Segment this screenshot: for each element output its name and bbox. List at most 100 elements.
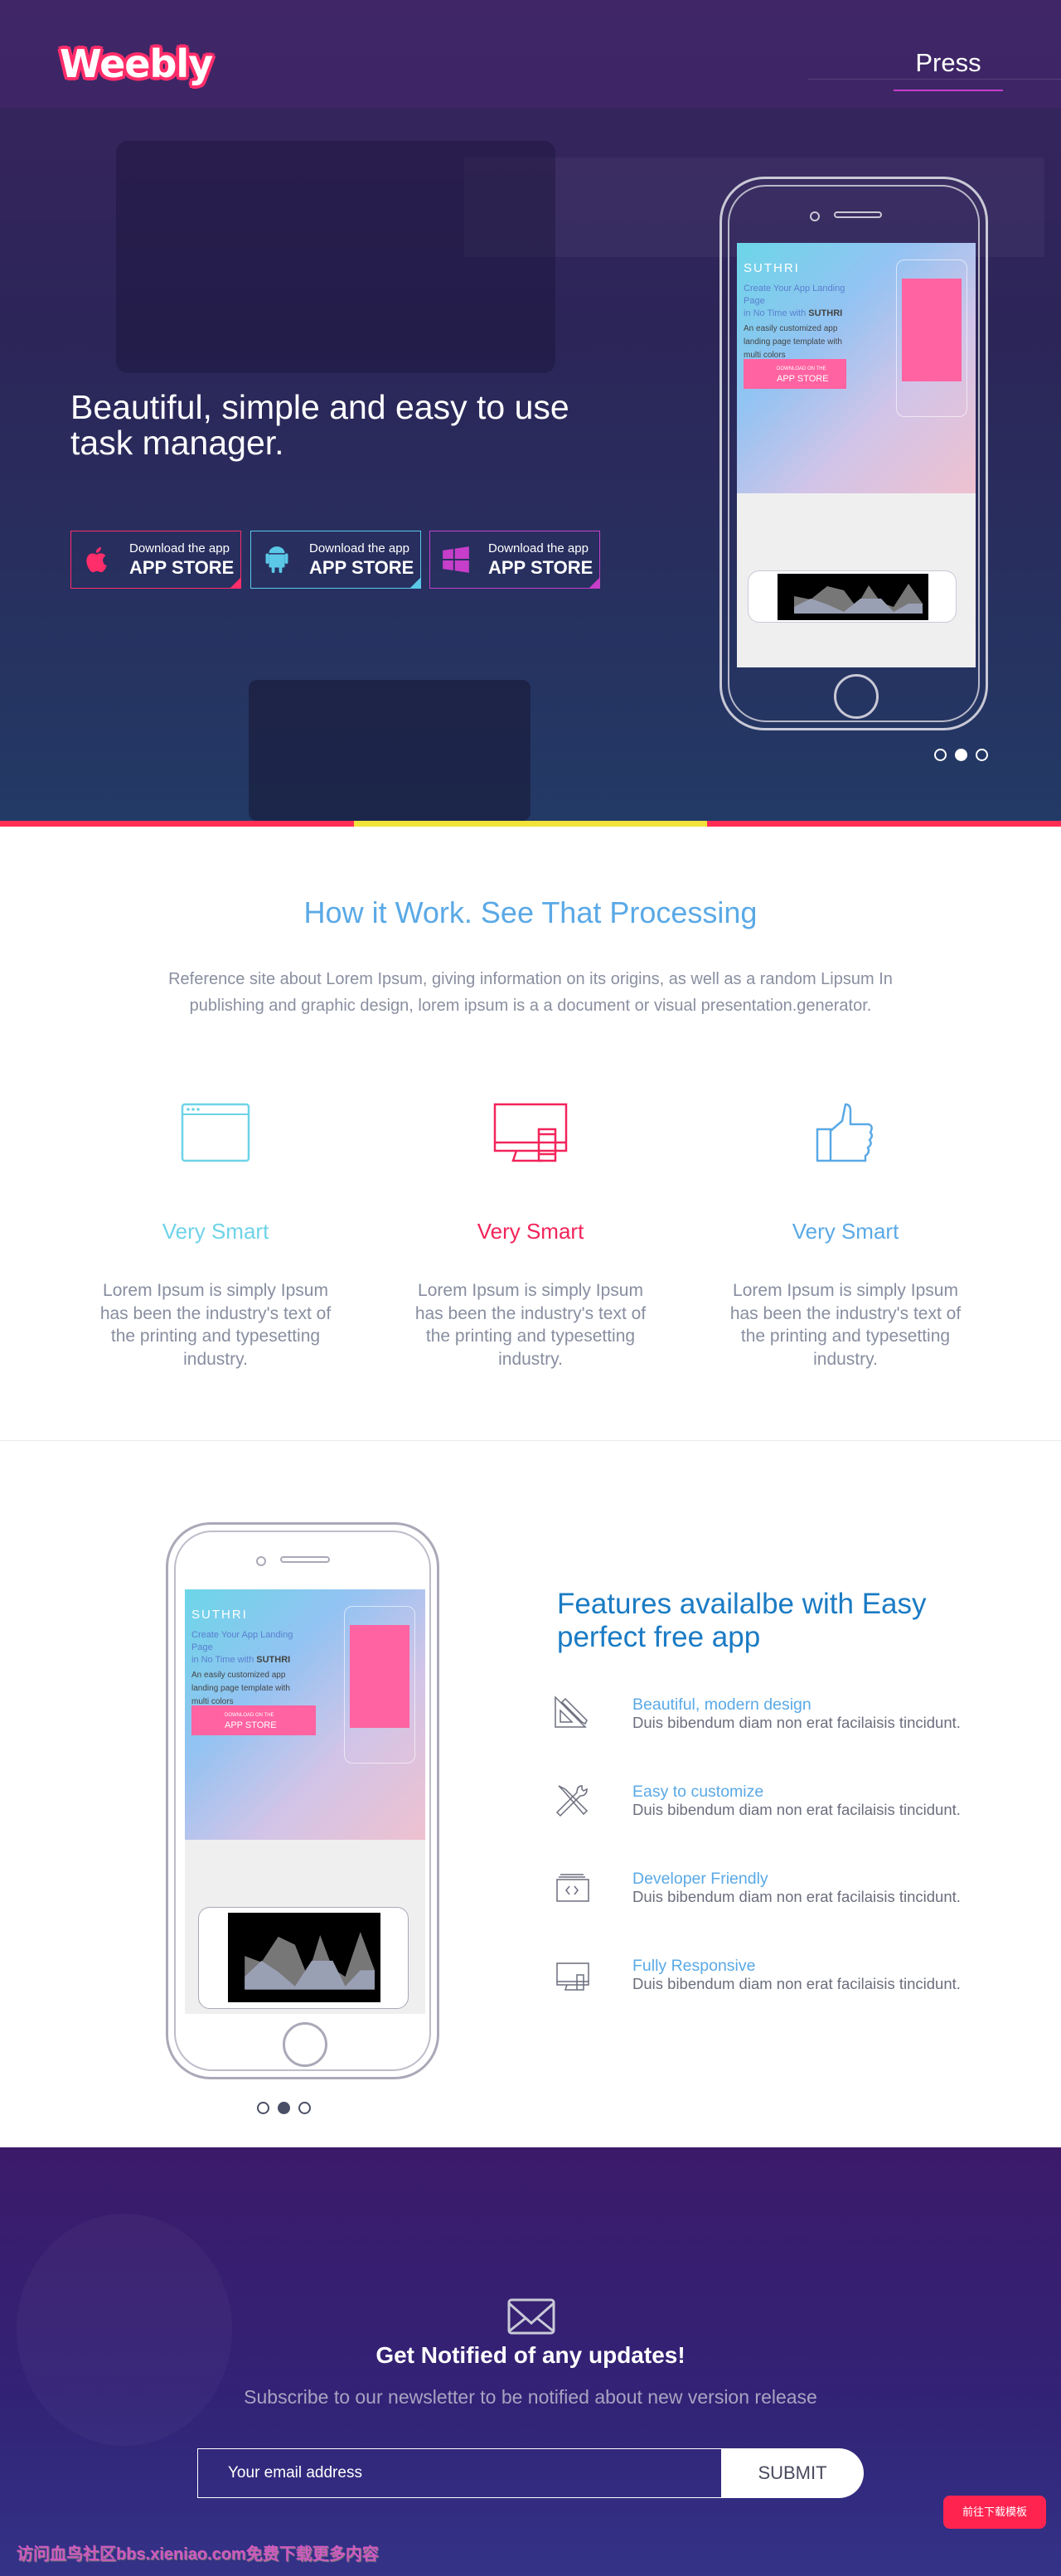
features-title: Features availalbe with Easy perfect fre… [557,1588,927,1653]
feature-desc: Duis bibendum diam non erat facilaisis t… [632,1888,961,1905]
carousel-dot[interactable] [257,2102,269,2114]
how-column-title: Very Smart [162,1219,269,1244]
feature-title: Developer Friendly [632,1870,768,1888]
download-android-button[interactable]: Download the app APP STORE [250,531,421,589]
how-column: Very Smart Lorem Ipsum is simply Ipsum h… [721,1103,970,1370]
home-button-icon [834,674,879,719]
download-android-line1: Download the app [309,541,409,555]
mockup-mini-screen [350,1625,409,1728]
mockup-line1: Create Your App Landing Page [191,1630,293,1652]
mockup-mini-screen [902,279,962,381]
download-windows-button[interactable]: Download the app APP STORE [429,531,600,589]
mockup-brand: SUTHRI [744,261,800,275]
mockup-chart-image [778,574,928,620]
carousel-dot-active[interactable] [955,749,967,761]
feature-title: Beautiful, modern design [632,1696,811,1714]
code-window-icon [556,1874,589,1902]
download-ios-button[interactable]: Download the app APP STORE [70,531,241,589]
hero-headline: Beautiful, simple and easy to use task m… [70,388,569,462]
mockup-btn-big: APP STORE [777,374,829,384]
download-ios-line1: Download the app [129,541,230,555]
feature-desc: Duis bibendum diam non erat facilaisis t… [632,1975,961,1992]
how-column: Very Smart Lorem Ipsum is simply Ipsum h… [91,1103,340,1370]
feature-item: Beautiful, modern design Duis bibendum d… [554,1696,1018,1745]
mockup-landscape-phone [198,1907,409,2009]
android-icon [265,546,288,574]
features-phone-mockup: SUTHRI Create Your App Landing Page in No… [166,1522,439,2079]
watermark: 访问血鸟社区bbs.xieniao.com免费下载更多内容 [17,2545,379,2564]
phone-screen: SUTHRI Create Your App Landing Page in No… [185,1589,425,2014]
mockup-line2-bold: SUTHRI [808,308,843,318]
mockup-line2: in No Time with [744,308,807,318]
color-bar-segment [707,821,1061,827]
how-column-title: Very Smart [792,1219,899,1244]
browser-window-icon [181,1103,250,1162]
feature-title: Fully Responsive [632,1957,756,1975]
download-ios-line2: APP STORE [129,556,235,578]
camera-icon [810,211,820,221]
devices-icon [493,1103,568,1162]
apple-icon [86,546,107,573]
features-carousel-dots [257,2102,319,2118]
carousel-dot[interactable] [298,2102,311,2114]
mockup-mini-phone [344,1606,415,1763]
windows-icon [443,546,469,573]
tools-icon [555,1785,589,1817]
hero-section: Weebly Press Beautiful, simple and easy … [0,0,1061,821]
mockup-desc: An easily customized app landing page te… [744,324,842,360]
carousel-dot[interactable] [976,749,988,761]
color-bar [0,821,1061,827]
email-input[interactable] [197,2448,723,2498]
corner-accent [589,577,600,589]
speaker-icon [834,211,882,218]
ruler-pencil-icon [555,1696,588,1728]
how-column-title: Very Smart [477,1219,584,1244]
mockup-chart-image [228,1913,380,2002]
submit-button[interactable]: SUBMIT [721,2448,864,2498]
logo[interactable]: Weebly [60,41,213,86]
speaker-icon [280,1556,330,1563]
color-bar-segment [353,821,708,827]
hero-carousel-dots [934,749,996,765]
how-column-text: Lorem Ipsum is simply Ipsum has been the… [99,1281,332,1369]
how-title: How it Work. See That Processing [303,895,758,929]
mockup-btn-big: APP STORE [225,1720,277,1730]
bg-monitor [116,141,555,373]
mockup-landscape-phone [748,570,957,623]
feature-title: Easy to customize [632,1783,764,1801]
nav-press[interactable]: Press [894,48,1003,91]
responsive-devices-icon [556,1962,589,1991]
feature-item: Developer Friendly Duis bibendum diam no… [554,1870,1018,1919]
carousel-dot-active[interactable] [278,2102,290,2114]
camera-icon [256,1556,266,1566]
bg-tablet [249,680,530,821]
download-windows-line1: Download the app [488,541,589,555]
feature-item: Easy to customize Duis bibendum diam non… [554,1783,1018,1832]
how-column-text: Lorem Ipsum is simply Ipsum has been the… [414,1281,647,1369]
section-divider [0,1440,1061,1441]
mockup-btn-small: DOWNLOAD ON THE [225,1713,274,1718]
phone-mockup: SUTHRI Create Your App Landing Page in No… [719,177,988,730]
carousel-dot[interactable] [934,749,947,761]
feature-desc: Duis bibendum diam non erat facilaisis t… [632,1801,961,1818]
mockup-desc: An easily customized app landing page te… [191,1671,290,1706]
mockup-btn-small: DOWNLOAD ON THE [777,366,826,371]
mockup-brand: SUTHRI [191,1608,248,1622]
download-template-button[interactable]: 前往下载模板 [943,2496,1046,2529]
envelope-icon [507,2298,555,2335]
mockup-mini-phone [896,260,967,417]
mockup-line1: Create Your App Landing Page [744,284,845,306]
mockup-line2: in No Time with [191,1655,254,1665]
phone-screen: SUTHRI Create Your App Landing Page in No… [737,243,976,667]
newsletter-title: Get Notified of any updates! [375,2342,686,2368]
how-column: Very Smart Lorem Ipsum is simply Ipsum h… [406,1103,655,1370]
corner-accent [409,577,421,589]
download-android-line2: APP STORE [309,556,414,578]
feature-desc: Duis bibendum diam non erat facilaisis t… [632,1714,961,1731]
how-column-text: Lorem Ipsum is simply Ipsum has been the… [729,1281,962,1369]
bg-speaker [17,2214,232,2446]
color-bar-segment [0,821,354,827]
home-button-icon [283,2022,327,2067]
corner-accent [230,577,241,589]
download-windows-line2: APP STORE [488,556,593,578]
